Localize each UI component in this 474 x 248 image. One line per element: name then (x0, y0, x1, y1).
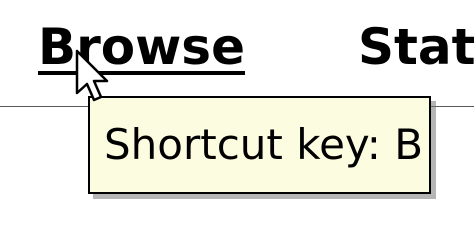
menu-item-stats[interactable]: Stats (358, 14, 474, 80)
tooltip-text: Shortcut key: B (104, 120, 424, 169)
arrow-pointer-icon (75, 49, 109, 102)
menu-item-browse[interactable]: Browse (38, 14, 245, 80)
shortcut-tooltip: Shortcut key: B (88, 96, 431, 194)
window-viewport: Browse Stats Shortcut key: B (0, 0, 474, 248)
